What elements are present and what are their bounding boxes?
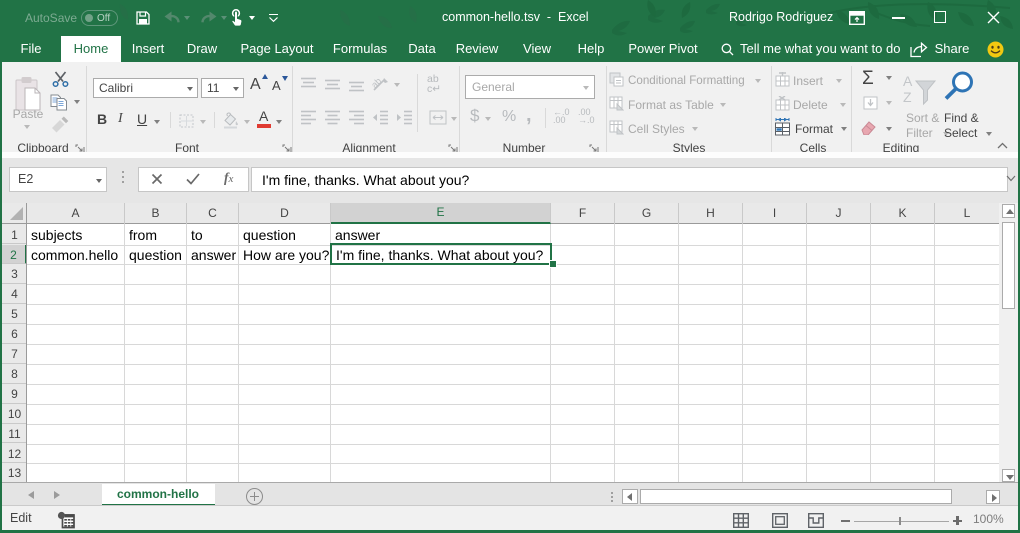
svg-text:ab: ab xyxy=(372,76,383,90)
svg-text:A: A xyxy=(903,73,913,89)
svg-text:Z: Z xyxy=(903,89,912,105)
